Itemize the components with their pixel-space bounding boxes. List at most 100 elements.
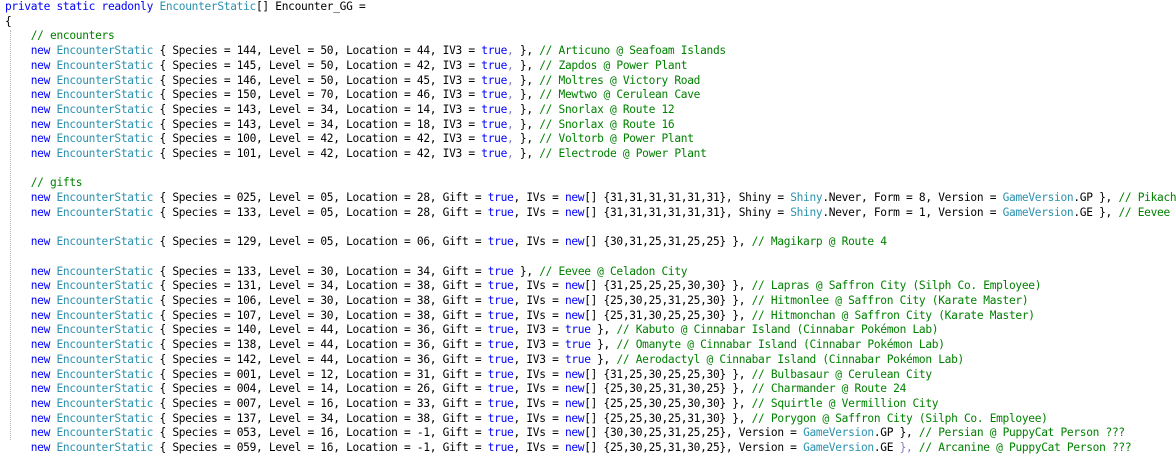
code-token: { Species = 059, Level = 16, Location = … [153,441,488,454]
code-token: { Species = 007, Level = 16, Location = … [153,396,488,410]
comment-token: // Charmander @ Route 24 [751,382,907,396]
code-token: }, [590,338,617,352]
code-token: }, [519,117,540,131]
type-token: GameVersion [803,426,874,440]
code-token: [] {25,25,30,25,30,30} }, [584,396,752,410]
comment-token: // Snorlax @ Route 16 [539,117,675,131]
keyword-token: true [487,308,514,322]
code-editor[interactable]: private static readonly EncounterStatic [… [0,0,1176,456]
keyword-token: true [564,352,591,366]
keyword-token: new [564,191,585,205]
code-token: { Species = 146, Level = 50, Location = … [153,73,482,87]
code-token: { Species = 133, Level = 30, Location = … [153,264,488,278]
type-token: EncounterStatic [56,367,154,381]
comment-token: // Lapras @ Saffron City (Silph Co. Empl… [751,279,1042,293]
comment-token: // Mewtwo @ Cerulean Cave [539,88,701,102]
code-line: new EncounterStatic { Species = 107, Lev… [5,309,1035,324]
keyword-token: new [30,58,57,72]
code-token: [] {25,30,25,31,25,30} }, [584,294,752,307]
code-token: [] {25,30,25,31,30,25}, Version = [584,441,804,454]
type-token: EncounterStatic [56,73,154,87]
code-token: { Species = 025, Level = 05, Location = … [153,191,488,205]
type-token: GameVersion [803,441,874,454]
code-line: new EncounterStatic { Species = 143, Lev… [5,102,675,118]
comment-token: // Bulbasaur @ Cerulean City [751,367,933,381]
keyword-token: true [481,117,508,131]
keyword-token: new [564,294,585,307]
punctuation-token: }, [899,441,919,454]
code-line: new EncounterStatic { Species = 133, Lev… [5,206,1176,221]
keyword-token: new [30,279,57,293]
code-token: }, [519,147,540,160]
punctuation-token: , [507,102,520,116]
comment-token: // Pikachu @ Pallet Town [1118,191,1176,205]
code-token: , IVs = [513,382,565,396]
comment-token: // Aerodactyl @ Cinnabar Island (Cinnaba… [616,352,964,366]
code-line: new EncounterStatic { Species = 004, Lev… [5,382,907,397]
keyword-token: new [30,44,57,58]
code-line: // gifts [5,176,83,191]
code-line: new EncounterStatic { Species = 131, Lev… [5,279,1042,294]
type-token: EncounterStatic [56,205,154,219]
keyword-token: new [30,294,57,307]
type-token: EncounterStatic [56,88,154,102]
code-token: [] {30,30,25,31,25,25}, Version = [584,426,804,440]
code-token: , IVs = [513,396,565,410]
keyword-token: new [564,441,585,454]
keyword-token: new [30,191,57,205]
keyword-token: new [30,352,57,366]
code-line: { [5,15,12,30]
keyword-token: new [30,441,57,454]
code-line: new EncounterStatic { Species = 106, Lev… [5,294,1029,309]
code-token: .GP }, [1073,191,1119,205]
keyword-token: true [487,382,514,396]
code-token: }, [519,44,540,58]
punctuation-token: , [507,44,520,58]
code-line: new EncounterStatic { Species = 053, Lev… [5,426,1125,441]
keyword-token: new [564,411,585,425]
keyword-token: new [564,367,585,381]
type-token: GameVersion [1002,191,1074,205]
type-token: EncounterStatic [159,0,256,13]
type-token: EncounterStatic [56,426,154,440]
keyword-token: new [564,382,585,396]
code-line: new EncounterStatic { Species = 025, Lev… [5,191,1176,206]
keyword-token: true [487,396,514,410]
type-token: GameVersion [1002,205,1074,219]
code-token: , IVs = [513,308,565,322]
comment-token: // Zapdos @ Power Plant [539,58,688,72]
code-token: { Species = 131, Level = 34, Location = … [153,279,488,293]
keyword-token: true [481,147,508,160]
type-token: EncounterStatic [56,382,154,396]
code-token: , IVs = [513,367,565,381]
code-token: { Species = 145, Level = 50, Location = … [153,58,482,72]
code-token: , IV3 = [513,338,565,352]
code-token: { Species = 143, Level = 34, Location = … [153,117,482,131]
code-token: }, [519,102,540,116]
code-token: { Species = 053, Level = 16, Location = … [153,426,488,440]
keyword-token: true [481,73,508,87]
keyword-token: new [30,117,57,131]
type-token: EncounterStatic [56,308,154,322]
keyword-token: true [487,411,514,425]
code-token: [] {25,31,30,25,25,30} }, [584,308,752,322]
type-token: EncounterStatic [56,191,154,205]
keyword-token: new [30,205,57,219]
type-token: EncounterStatic [56,264,154,278]
comment-token: // Kabuto @ Cinnabar Island (Cinnabar Po… [616,323,939,337]
code-token: { Species = 140, Level = 44, Location = … [153,323,488,337]
punctuation-token: , [507,132,520,146]
code-line: new EncounterStatic { Species = 150, Lev… [5,88,701,103]
keyword-token: new [564,235,585,249]
